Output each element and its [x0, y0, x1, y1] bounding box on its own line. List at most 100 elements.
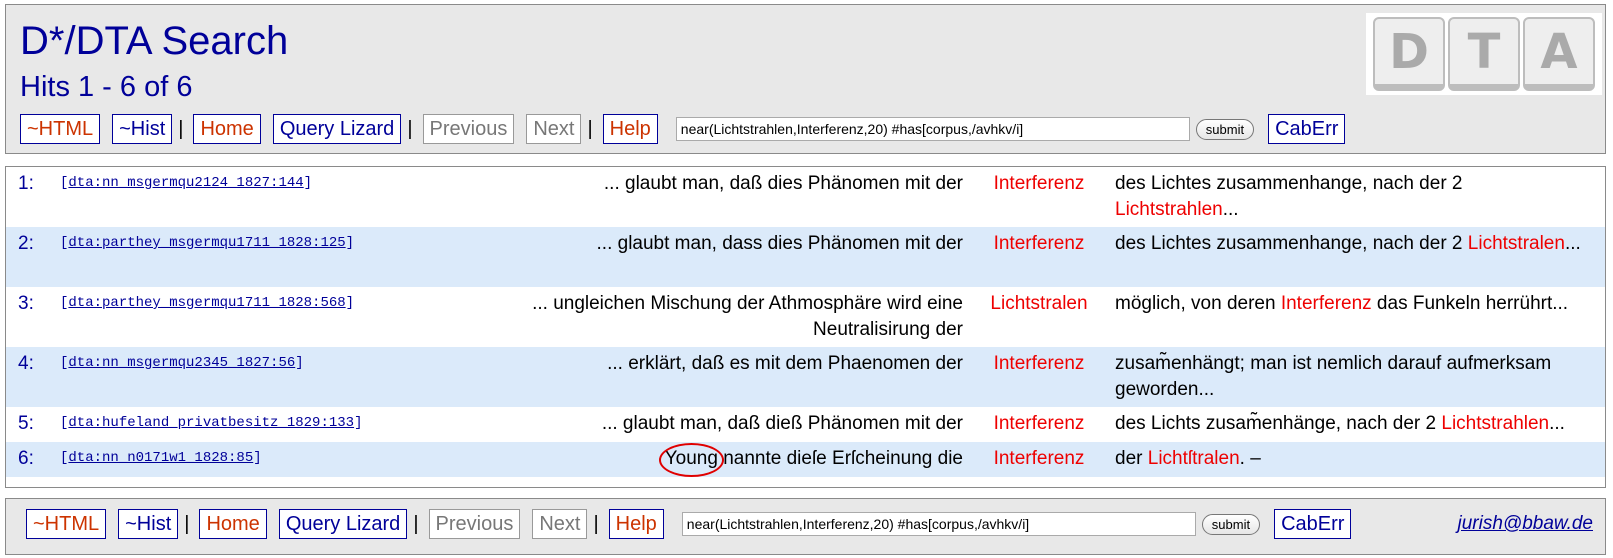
left-context: ... ungleichen Mischung der Athmosphäre …	[480, 287, 979, 347]
highlighted-term: Lichtstrahlen	[1441, 413, 1550, 434]
left-context-text: ... erklärt, daß es mit dem Phaenomen de…	[607, 353, 963, 374]
html-format-button[interactable]: ~HTML	[20, 114, 101, 144]
source-link[interactable]: dta:hufeland_privatbesitz_1829:133	[68, 415, 354, 431]
help-button[interactable]: Help	[602, 114, 658, 144]
source-cell: [dta:nn_n0171w1_1828:85]	[60, 450, 262, 466]
home-button[interactable]: Home	[193, 114, 261, 144]
result-row: 3: [dta:parthey_msgermqu1711_1828:568] .…	[6, 287, 1605, 347]
separator: |	[178, 117, 184, 140]
previous-button[interactable]: Previous	[422, 114, 515, 144]
page-title: D*/DTA Search	[20, 19, 289, 63]
hit-number: 3:	[18, 293, 34, 314]
source-link[interactable]: dta:nn_n0171w1_1828:85	[68, 450, 253, 466]
left-context: ... glaubt man, daß dieß Phänomen mit de…	[480, 407, 979, 442]
right-context: des Lichtes zusammenhange, nach der 2 Li…	[1099, 227, 1605, 287]
header-panel: D*/DTA Search Hits 1 - 6 of 6 D T A ~HTM…	[5, 4, 1606, 154]
left-context-text: ... glaubt man, daß dies Phänomen mit de…	[603, 173, 963, 194]
source-link[interactable]: dta:parthey_msgermqu1711_1828:568	[68, 295, 345, 311]
right-context-text: möglich, von deren	[1115, 293, 1281, 314]
left-context-text: nannte dieſe Erſcheinung die	[717, 448, 963, 469]
right-context-tail: . –	[1239, 448, 1261, 469]
contact-email-link[interactable]: jurish@bbaw.de	[1458, 513, 1593, 535]
right-context-tail: ...	[1564, 233, 1581, 254]
highlighted-term: Interferenz	[1280, 293, 1372, 314]
caberr-button[interactable]: CabErr	[1274, 509, 1352, 539]
separator: |	[413, 512, 419, 535]
hit-number: 2:	[18, 233, 34, 254]
right-context-tail: das Funkeln herrührt...	[1371, 293, 1569, 314]
source-cell: [dta:parthey_msgermqu1711_1828:568]	[60, 295, 355, 311]
result-row: 6: [dta:nn_n0171w1_1828:85] Young nannte…	[6, 442, 1605, 477]
submit-button[interactable]: submit	[1201, 513, 1261, 535]
hit-number: 4:	[18, 353, 34, 374]
source-link[interactable]: dta:parthey_msgermqu1711_1828:125	[68, 235, 345, 251]
top-navbar: ~HTML ~Hist | Home Query Lizard | Previo…	[20, 114, 1357, 144]
submit-button[interactable]: submit	[1195, 118, 1255, 140]
keyword-match: Interferenz	[993, 233, 1085, 254]
result-row: 1: [dta:nn_msgermqu2124_1827:144] ... gl…	[6, 167, 1605, 227]
right-context-text: des Lichtes zusammenhange, nach der 2	[1115, 173, 1463, 194]
source-link[interactable]: dta:nn_msgermqu2345_1827:56	[68, 355, 295, 371]
help-button[interactable]: Help	[608, 509, 664, 539]
left-context: ... glaubt man, dass dies Phänomen mit d…	[480, 227, 979, 287]
previous-button[interactable]: Previous	[428, 509, 521, 539]
hit-number: 5:	[18, 413, 34, 434]
keyword-match: Interferenz	[993, 353, 1085, 374]
source-cell: [dta:nn_msgermqu2345_1827:56]	[60, 355, 304, 371]
right-context-text: des Lichts zusam̃enhänge, nach der 2	[1115, 413, 1442, 434]
circled-word: Young	[658, 443, 725, 477]
left-context: ... glaubt man, daß dies Phänomen mit de…	[480, 167, 979, 227]
highlighted-term: Lichtstrahlen	[1115, 199, 1223, 220]
logo-key-t: T	[1448, 17, 1520, 91]
query-input[interactable]	[681, 512, 1196, 536]
highlighted-term: Lichtstralen	[1467, 233, 1565, 254]
results-table: 1: [dta:nn_msgermqu2124_1827:144] ... gl…	[5, 166, 1606, 488]
separator: |	[593, 512, 599, 535]
html-format-button[interactable]: ~HTML	[26, 509, 107, 539]
home-button[interactable]: Home	[199, 509, 267, 539]
right-context-text: zusam̃enhängt; man ist nemlich darauf au…	[1115, 353, 1552, 400]
right-context-tail: ...	[1549, 413, 1565, 434]
right-context: des Lichts zusam̃enhänge, nach der 2 Lic…	[1099, 407, 1605, 442]
source-cell: [dta:parthey_msgermqu1711_1828:125]	[60, 235, 355, 251]
query-input[interactable]	[675, 117, 1190, 141]
dta-logo[interactable]: D T A	[1366, 13, 1602, 95]
logo-key-d: D	[1373, 17, 1445, 91]
left-context: Young nannte dieſe Erſcheinung die	[480, 442, 979, 477]
next-button[interactable]: Next	[532, 509, 588, 539]
source-link[interactable]: dta:nn_msgermqu2124_1827:144	[68, 175, 303, 191]
logo-key-a: A	[1523, 17, 1595, 91]
right-context: der Lichtſtralen. –	[1099, 442, 1605, 477]
keyword-match: Interferenz	[993, 448, 1085, 469]
separator: |	[184, 512, 190, 535]
keyword-match: Interferenz	[993, 413, 1085, 434]
separator: |	[407, 117, 413, 140]
right-context: des Lichtes zusammenhange, nach der 2 Li…	[1099, 167, 1605, 227]
right-context-text: des Lichtes zusammenhange, nach der 2	[1115, 233, 1468, 254]
left-context-text: ... glaubt man, daß dieß Phänomen mit de…	[601, 413, 963, 434]
right-context-text: der	[1115, 448, 1148, 469]
keyword-match: Lichtstralen	[990, 293, 1088, 314]
source-cell: [dta:nn_msgermqu2124_1827:144]	[60, 175, 313, 191]
result-row: 4: [dta:nn_msgermqu2345_1827:56] ... erk…	[6, 347, 1605, 407]
separator: |	[587, 117, 593, 140]
hits-count: Hits 1 - 6 of 6	[20, 71, 193, 103]
bottom-navbar: ~HTML ~Hist | Home Query Lizard | Previo…	[26, 509, 1363, 539]
next-button[interactable]: Next	[526, 114, 582, 144]
highlighted-term: Lichtſtralen	[1147, 448, 1240, 469]
keyword-match: Interferenz	[993, 173, 1085, 194]
hist-button[interactable]: ~Hist	[118, 509, 179, 539]
result-row: 2: [dta:parthey_msgermqu1711_1828:125] .…	[6, 227, 1605, 287]
query-lizard-button[interactable]: Query Lizard	[278, 509, 408, 539]
right-context-tail: ...	[1222, 199, 1239, 220]
hist-button[interactable]: ~Hist	[112, 114, 173, 144]
caberr-button[interactable]: CabErr	[1268, 114, 1346, 144]
hit-number: 6:	[18, 448, 34, 469]
query-lizard-button[interactable]: Query Lizard	[272, 114, 402, 144]
left-context-text: ... glaubt man, dass dies Phänomen mit d…	[596, 233, 963, 254]
right-context: zusam̃enhängt; man ist nemlich darauf au…	[1099, 347, 1605, 407]
footer-panel: ~HTML ~Hist | Home Query Lizard | Previo…	[5, 498, 1606, 555]
hit-number: 1:	[18, 173, 34, 194]
left-context: ... erklärt, daß es mit dem Phaenomen de…	[480, 347, 979, 407]
source-cell: [dta:hufeland_privatbesitz_1829:133]	[60, 415, 363, 431]
